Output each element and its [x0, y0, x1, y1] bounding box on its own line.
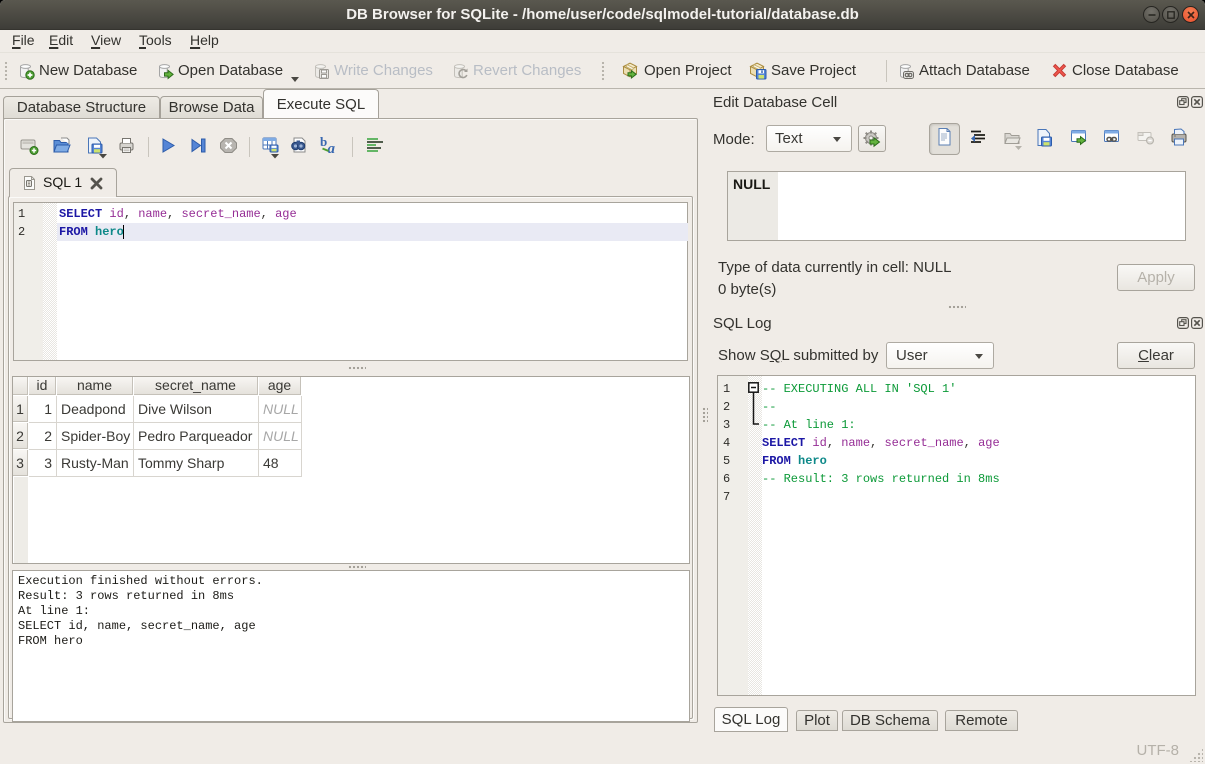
svg-text:a: a	[328, 141, 336, 157]
svg-text:b: b	[320, 134, 327, 149]
